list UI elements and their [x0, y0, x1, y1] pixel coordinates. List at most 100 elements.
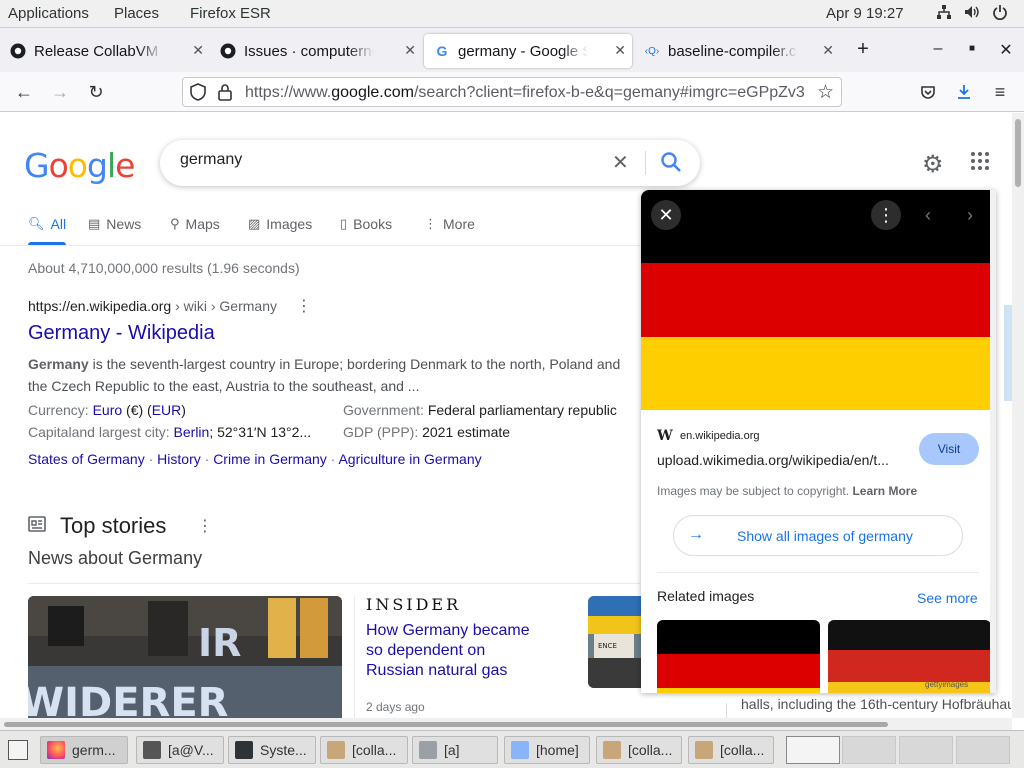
tab-google-search[interactable]: G germany - Google Sear ✕ — [424, 34, 632, 68]
wiki-breadcrumb[interactable]: https://en.wikipedia.org › wiki › German… — [28, 298, 277, 314]
news-image[interactable]: IR WIDERER — [28, 596, 342, 718]
minimize-icon[interactable]: – — [928, 40, 948, 58]
reload-icon[interactable]: ↻ — [84, 80, 108, 104]
book-icon: ▯ — [340, 216, 348, 231]
url-bar[interactable]: https://www.google.com/search?client=fir… — [182, 77, 842, 107]
close-icon[interactable]: ✕ — [822, 42, 834, 59]
close-icon[interactable]: ✕ — [192, 42, 204, 59]
currency-link[interactable]: Euro — [93, 402, 123, 418]
search-icon[interactable] — [660, 151, 682, 179]
downloads-icon[interactable] — [952, 80, 976, 104]
back-icon[interactable]: ← — [12, 80, 36, 104]
clear-icon[interactable]: ✕ — [612, 150, 629, 175]
next-icon[interactable]: › — [955, 200, 985, 230]
task-terminal[interactable]: [a@V... — [136, 736, 224, 764]
sitelink[interactable]: States of Germany — [28, 451, 145, 467]
applications-menu[interactable]: Applications — [8, 5, 89, 22]
more-options-icon[interactable]: ⋮ — [296, 296, 312, 316]
forward-icon[interactable]: → — [48, 80, 72, 104]
sitelink[interactable]: Crime in Germany — [213, 451, 327, 467]
tab-release-collabvm[interactable]: Release CollabVM Serv ✕ — [0, 34, 210, 68]
related-image-thumb[interactable]: gettyimages — [828, 620, 991, 693]
pocket-icon[interactable] — [916, 80, 940, 104]
sitelink[interactable]: Agriculture in Germany — [338, 451, 481, 467]
show-all-images-button[interactable]: → Show all images of germany — [673, 515, 963, 556]
panel-scrollbar[interactable] — [990, 190, 996, 693]
knowledge-snippet: halls, including the 16th-century Hofbrä… — [741, 696, 1011, 712]
task-collab-2[interactable]: [colla... — [596, 736, 682, 764]
visit-button[interactable]: Visit — [919, 433, 979, 465]
clock[interactable]: Apr 9 19:27 — [826, 5, 904, 22]
workspace-4[interactable] — [956, 736, 1010, 764]
news-image[interactable]: ENCE — [588, 596, 642, 688]
more-options-icon[interactable]: ⋮ — [871, 200, 901, 230]
wiki-snippet: Germany is the seventh-largest country i… — [28, 356, 621, 394]
scrollbar-thumb[interactable] — [1015, 119, 1021, 187]
system-monitor-icon — [235, 741, 253, 759]
tab-books[interactable]: ▯ Books — [340, 216, 392, 232]
terminal-icon — [143, 741, 161, 759]
capital-link[interactable]: Berlin — [174, 424, 210, 440]
tab-maps[interactable]: ⚲ Maps — [170, 216, 220, 232]
scrollbar-thumb[interactable] — [4, 722, 888, 727]
tab-images[interactable]: ▨ Images — [248, 216, 312, 232]
task-collab-3[interactable]: [colla... — [688, 736, 774, 764]
bookmark-star-icon[interactable]: ☆ — [817, 81, 834, 104]
tab-baseline-compiler[interactable]: ‹Q› baseline-compiler.cc - ( ✕ — [634, 34, 840, 68]
show-desktop-icon[interactable] — [8, 740, 28, 760]
tab-issues-computernewb[interactable]: Issues · computernewb ✕ — [210, 34, 422, 68]
active-app-menu[interactable]: Firefox ESR — [190, 5, 271, 22]
flag-image[interactable] — [641, 190, 996, 410]
workspace-2[interactable] — [842, 736, 896, 764]
search-box: ✕ — [160, 140, 700, 186]
workspace-3[interactable] — [899, 736, 953, 764]
power-icon[interactable] — [990, 4, 1010, 24]
see-more-link[interactable]: See more — [917, 590, 978, 606]
horizontal-scrollbar[interactable] — [0, 718, 1012, 730]
sitelink[interactable]: History — [157, 451, 201, 467]
settings-gear-icon[interactable]: ⚙ — [922, 150, 944, 179]
related-image-thumb[interactable] — [657, 620, 820, 693]
task-home[interactable]: [home] — [504, 736, 590, 764]
tab-all[interactable]: 🔍︎ All — [28, 216, 66, 232]
google-logo[interactable]: Google — [24, 146, 135, 185]
close-window-icon[interactable]: ✕ — [996, 40, 1016, 60]
new-tab-icon[interactable]: + — [853, 38, 873, 61]
map-pin-icon: ⚲ — [170, 216, 180, 231]
lock-icon[interactable] — [217, 83, 233, 106]
tab-news[interactable]: ▤ News — [88, 216, 141, 232]
previous-icon[interactable]: ‹ — [913, 200, 943, 230]
network-icon[interactable] — [934, 4, 954, 24]
tab-more[interactable]: ⋮ More — [424, 216, 475, 232]
google-results-page: Google ✕ ⚙ 🔍︎All ▤News ⚲Maps ▨Images ▯Bo… — [0, 113, 1012, 718]
tracking-shield-icon[interactable] — [189, 83, 207, 106]
places-menu[interactable]: Places — [114, 5, 159, 22]
tab-label: Issues · computernewb — [244, 42, 374, 60]
volume-icon[interactable] — [962, 4, 982, 24]
close-icon[interactable]: ✕ — [651, 200, 681, 230]
search-input[interactable] — [180, 151, 600, 169]
knowledge-panel-edge — [1004, 305, 1012, 401]
news-headline[interactable]: How Germany became so dependent on Russian… — [366, 621, 530, 681]
vertical-scrollbar[interactable] — [1012, 113, 1024, 718]
news-icon — [28, 516, 46, 537]
tab-strip: Release CollabVM Serv ✕ Issues · compute… — [0, 28, 1024, 72]
divider — [354, 596, 355, 718]
task-collab-1[interactable]: [colla... — [320, 736, 408, 764]
source-site[interactable]: en.wikipedia.org — [680, 430, 760, 442]
apps-grid-icon[interactable] — [970, 151, 990, 177]
more-vert-icon: ⋮ — [424, 216, 437, 231]
wiki-result-title[interactable]: Germany - Wikipedia — [28, 322, 215, 345]
learn-more-link[interactable]: Learn More — [852, 484, 917, 498]
url-text[interactable]: https://www.google.com/search?client=fir… — [245, 84, 813, 102]
more-options-icon[interactable]: ⋮ — [197, 516, 213, 536]
close-icon[interactable]: ✕ — [404, 42, 416, 59]
task-firefox[interactable]: germ... — [40, 736, 128, 764]
workspace-1[interactable] — [786, 736, 840, 764]
task-network[interactable]: [a] — [412, 736, 498, 764]
task-system-monitor[interactable]: Syste... — [228, 736, 316, 764]
maximize-icon[interactable]: ■ — [962, 43, 982, 54]
hamburger-menu-icon[interactable]: ≡ — [988, 80, 1012, 104]
source-url[interactable]: upload.wikimedia.org/wikipedia/en/t... — [657, 452, 889, 468]
close-icon[interactable]: ✕ — [614, 42, 626, 59]
